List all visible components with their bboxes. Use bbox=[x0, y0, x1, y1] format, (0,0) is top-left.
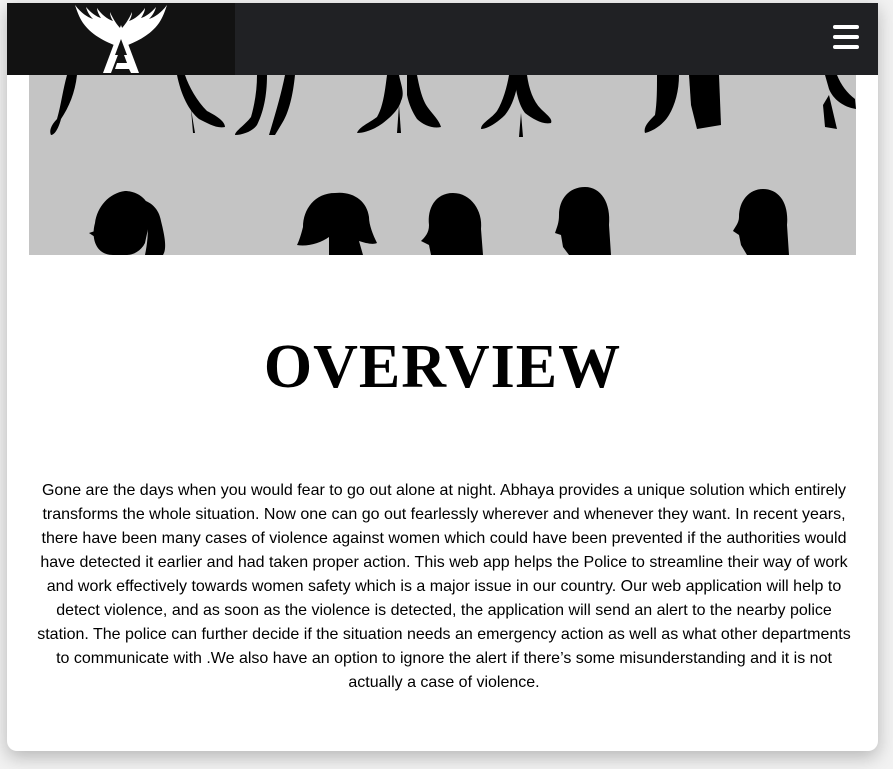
hamburger-line bbox=[833, 35, 859, 39]
hamburger-menu-icon bbox=[833, 25, 859, 29]
page-card: OVERVIEW Gone are the days when you woul… bbox=[7, 3, 878, 751]
overview-paragraph: Gone are the days when you would fear to… bbox=[37, 482, 851, 691]
overview-title: OVERVIEW bbox=[263, 333, 622, 401]
logo-link[interactable] bbox=[7, 3, 235, 75]
women-silhouettes-banner bbox=[50, 75, 856, 255]
winged-a-logo-icon bbox=[75, 5, 167, 73]
hamburger-line bbox=[833, 45, 859, 49]
hero-banner-image bbox=[29, 75, 856, 255]
navbar bbox=[7, 3, 878, 75]
hamburger-menu-button[interactable] bbox=[833, 25, 861, 51]
